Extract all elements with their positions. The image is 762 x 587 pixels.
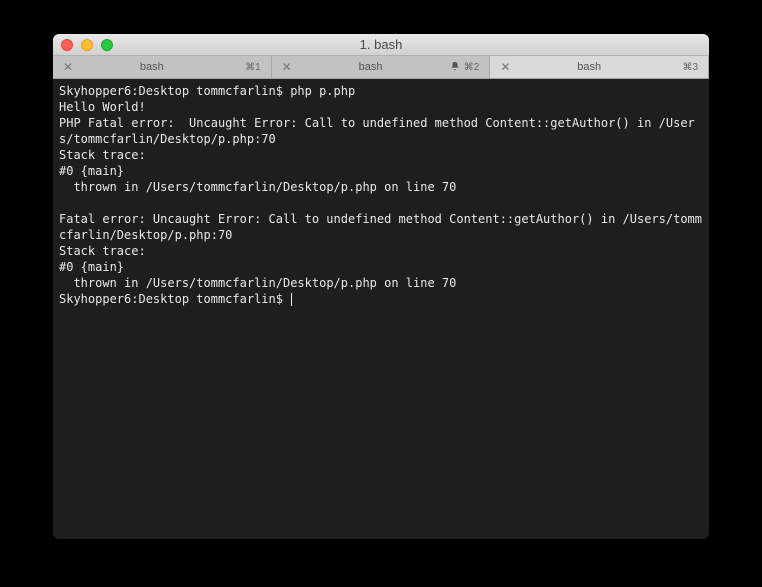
titlebar[interactable]: 1. bash <box>53 34 709 56</box>
terminal-line: Stack trace: <box>59 243 703 259</box>
terminal-output[interactable]: Skyhopper6:Desktop tommcfarlin$ php p.ph… <box>53 79 709 539</box>
tab-3[interactable]: ✕bash⌘3 <box>490 56 709 78</box>
terminal-line: Fatal error: Uncaught Error: Call to und… <box>59 211 703 243</box>
close-icon[interactable] <box>61 39 73 51</box>
terminal-line: thrown in /Users/tommcfarlin/Desktop/p.p… <box>59 179 703 195</box>
terminal-line <box>59 195 703 211</box>
tab-close-icon[interactable]: ✕ <box>63 60 77 74</box>
terminal-line: #0 {main} <box>59 259 703 275</box>
terminal-prompt: Skyhopper6:Desktop tommcfarlin$ <box>59 292 290 306</box>
tab-close-icon[interactable]: ✕ <box>500 60 514 74</box>
cursor-icon <box>291 293 292 306</box>
terminal-window: 1. bash ✕bash⌘1✕bash⌘2✕bash⌘3 Skyhopper6… <box>53 34 709 539</box>
terminal-line: Skyhopper6:Desktop tommcfarlin$ php p.ph… <box>59 83 703 99</box>
tab-close-icon[interactable]: ✕ <box>282 60 296 74</box>
tab-label: bash <box>514 61 664 73</box>
terminal-prompt-line[interactable]: Skyhopper6:Desktop tommcfarlin$ <box>59 291 703 307</box>
tab-shortcut: ⌘2 <box>445 61 479 74</box>
tab-1[interactable]: ✕bash⌘1 <box>53 56 272 78</box>
minimize-icon[interactable] <box>81 39 93 51</box>
tab-label: bash <box>296 61 446 73</box>
terminal-line: thrown in /Users/tommcfarlin/Desktop/p.p… <box>59 275 703 291</box>
tab-label: bash <box>77 61 227 73</box>
bell-icon <box>450 61 460 74</box>
terminal-line: Hello World! <box>59 99 703 115</box>
terminal-line: #0 {main} <box>59 163 703 179</box>
window-title: 1. bash <box>53 37 709 52</box>
terminal-line: PHP Fatal error: Uncaught Error: Call to… <box>59 115 703 147</box>
traffic-lights <box>53 39 113 51</box>
tab-shortcut: ⌘3 <box>664 62 698 73</box>
tab-shortcut: ⌘1 <box>227 62 261 73</box>
terminal-line: Stack trace: <box>59 147 703 163</box>
maximize-icon[interactable] <box>101 39 113 51</box>
tab-bar: ✕bash⌘1✕bash⌘2✕bash⌘3 <box>53 56 709 79</box>
tab-2[interactable]: ✕bash⌘2 <box>272 56 491 78</box>
